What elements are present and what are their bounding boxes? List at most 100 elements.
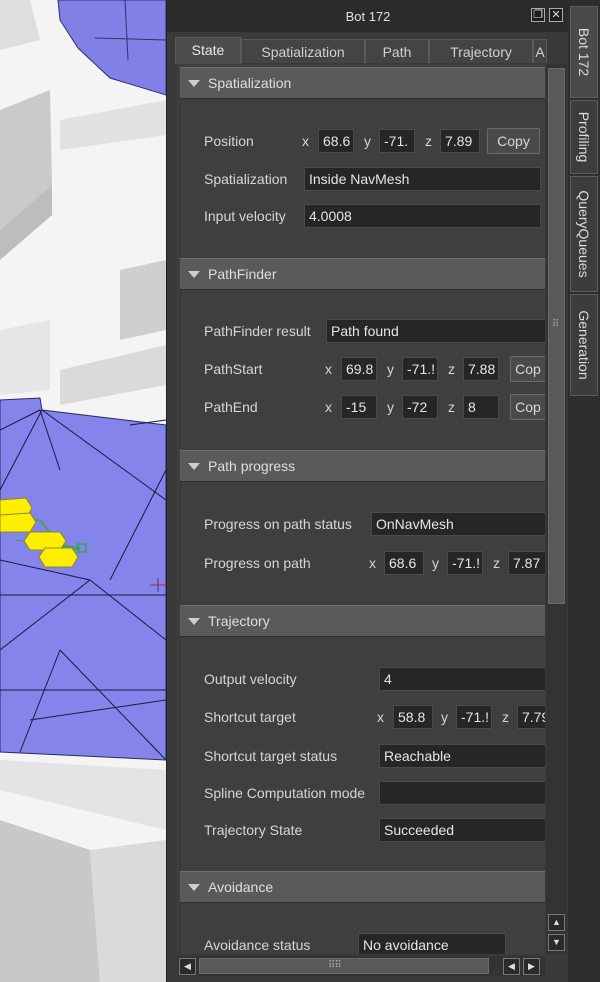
path-end-x-field[interactable]: -15 [341, 395, 377, 419]
progress-status-field[interactable]: OnNavMesh [371, 512, 545, 536]
progress-z-field[interactable]: 7.87 [508, 551, 545, 575]
scroll-down-icon[interactable]: ▼ [548, 934, 565, 951]
section-title: Avoidance [208, 879, 274, 895]
section-body-path-progress: Progress on path status OnNavMesh Progre… [180, 482, 545, 605]
side-tab-queryqueues[interactable]: QueryQueues [570, 176, 598, 292]
input-velocity-label: Input velocity [204, 208, 286, 224]
panel-titlebar: Bot 172 ❐ ✕ [167, 0, 569, 32]
collapse-triangle-icon [188, 271, 200, 278]
section-title: Trajectory [208, 613, 270, 629]
spline-mode-field[interactable] [379, 781, 545, 805]
trajectory-state-field[interactable]: Succeeded [379, 818, 545, 842]
copy-path-start-button[interactable]: Cop [510, 356, 545, 382]
section-body-spatialization: Position x 68.6 y -71. z 7.89 Copy Spati… [180, 99, 545, 259]
tab-path[interactable]: Path [365, 39, 429, 63]
section-title: Path progress [208, 458, 296, 474]
progress-x-field[interactable]: 68.6 [384, 551, 424, 575]
z-label: z [425, 133, 432, 149]
shortcut-status-field[interactable]: Reachable [379, 744, 545, 768]
output-velocity-field[interactable]: 4 [379, 667, 545, 691]
position-x-field[interactable]: 68.6 [318, 129, 354, 153]
side-tab-bar: Bot 172 Profiling QueryQueues Generation [568, 0, 600, 982]
section-body-avoidance: Avoidance status No avoidance [180, 903, 545, 954]
section-body-pathfinder: PathFinder result Path found PathStart x… [180, 290, 545, 448]
horizontal-scroll-thumb[interactable]: ⠿⠿ [199, 958, 489, 974]
pathfinder-result-field[interactable]: Path found [326, 319, 545, 343]
y-label: y [387, 361, 394, 377]
x-label: x [377, 709, 384, 725]
viewport-scene [0, 0, 166, 982]
path-end-label: PathEnd [204, 399, 258, 415]
grip-icon: ⠿⠿ [328, 960, 342, 971]
y-label: y [441, 709, 448, 725]
path-end-y-field[interactable]: -72 [402, 395, 438, 419]
spline-mode-label: Spline Computation mode [204, 785, 366, 801]
shortcut-status-label: Shortcut target status [204, 748, 338, 764]
collapse-triangle-icon [188, 618, 200, 625]
side-tab-bot-172[interactable]: Bot 172 [570, 6, 598, 98]
tab-avoidance-truncated[interactable]: A [533, 39, 547, 63]
section-header-pathfinder[interactable]: PathFinder [180, 258, 545, 290]
z-label: z [448, 361, 455, 377]
trajectory-state-label: Trajectory State [204, 822, 303, 838]
section-title: PathFinder [208, 266, 277, 282]
shortcut-z-field[interactable]: 7.79 [517, 705, 545, 729]
tab-state[interactable]: State [175, 37, 241, 64]
close-icon[interactable]: ✕ [549, 8, 563, 22]
position-y-field[interactable]: -71. [379, 129, 415, 153]
z-label: z [493, 555, 500, 571]
x-label: x [325, 361, 332, 377]
collapse-triangle-icon [188, 884, 200, 891]
horizontal-scrollbar[interactable]: ◀ ⠿⠿ ◀ ▶ [177, 956, 545, 976]
scroll-left-icon[interactable]: ◀ [503, 958, 520, 975]
side-tab-label: QueryQueues [576, 190, 592, 278]
section-header-spatialization[interactable]: Spatialization [180, 67, 545, 99]
z-label: z [502, 709, 509, 725]
3d-viewport[interactable] [0, 0, 166, 982]
scroll-up-icon[interactable]: ▲ [548, 914, 565, 931]
copy-path-end-button[interactable]: Cop [510, 394, 545, 420]
collapse-triangle-icon [188, 463, 200, 470]
side-tab-label: Bot 172 [576, 27, 592, 77]
inspector-tab-bar: State Spatialization Path Trajectory A [175, 37, 547, 64]
tab-spatialization[interactable]: Spatialization [241, 39, 365, 63]
section-header-path-progress[interactable]: Path progress [180, 450, 545, 482]
avoidance-status-field[interactable]: No avoidance [358, 933, 506, 954]
pathfinder-result-label: PathFinder result [204, 323, 311, 339]
path-end-z-field[interactable]: 8 [463, 395, 499, 419]
shortcut-target-label: Shortcut target [204, 709, 296, 725]
path-start-y-field[interactable]: -71.! [402, 357, 438, 381]
avoidance-status-label: Avoidance status [204, 937, 311, 953]
shortcut-y-field[interactable]: -71.! [456, 705, 492, 729]
x-label: x [302, 133, 309, 149]
restore-icon[interactable]: ❐ [531, 8, 545, 22]
tab-trajectory[interactable]: Trajectory [429, 39, 533, 63]
side-tab-profiling[interactable]: Profiling [570, 100, 598, 174]
vertical-scroll-thumb[interactable]: ⠿ [548, 68, 565, 604]
progress-y-field[interactable]: -71.! [447, 551, 483, 575]
side-tab-label: Profiling [576, 111, 592, 163]
x-label: x [369, 555, 376, 571]
section-header-trajectory[interactable]: Trajectory [180, 605, 545, 637]
scroll-left-icon[interactable]: ◀ [179, 958, 196, 975]
scroll-right-icon[interactable]: ▶ [523, 958, 540, 975]
side-tab-label: Generation [576, 310, 592, 380]
path-start-label: PathStart [204, 361, 263, 377]
path-start-z-field[interactable]: 7.88 [463, 357, 499, 381]
grip-icon: ⠿ [552, 319, 559, 330]
input-velocity-field[interactable]: 4.0008 [304, 204, 541, 228]
spatialization-label: Spatialization [204, 171, 288, 187]
copy-position-button[interactable]: Copy [487, 128, 540, 154]
side-tab-generation[interactable]: Generation [570, 294, 598, 396]
bot-inspector-panel: Bot 172 ❐ ✕ State Spatialization Path Tr… [166, 0, 569, 982]
spatialization-field[interactable]: Inside NavMesh [304, 167, 541, 191]
path-start-x-field[interactable]: 69.8 [341, 357, 377, 381]
progress-status-label: Progress on path status [204, 516, 352, 532]
section-header-avoidance[interactable]: Avoidance [180, 871, 545, 903]
vertical-scrollbar[interactable]: ⠿ ▲ ▼ [546, 64, 567, 954]
shortcut-x-field[interactable]: 58.8 [393, 705, 433, 729]
position-label: Position [204, 133, 254, 149]
progress-on-path-label: Progress on path [204, 555, 311, 571]
position-z-field[interactable]: 7.89 [440, 129, 480, 153]
output-velocity-label: Output velocity [204, 671, 297, 687]
